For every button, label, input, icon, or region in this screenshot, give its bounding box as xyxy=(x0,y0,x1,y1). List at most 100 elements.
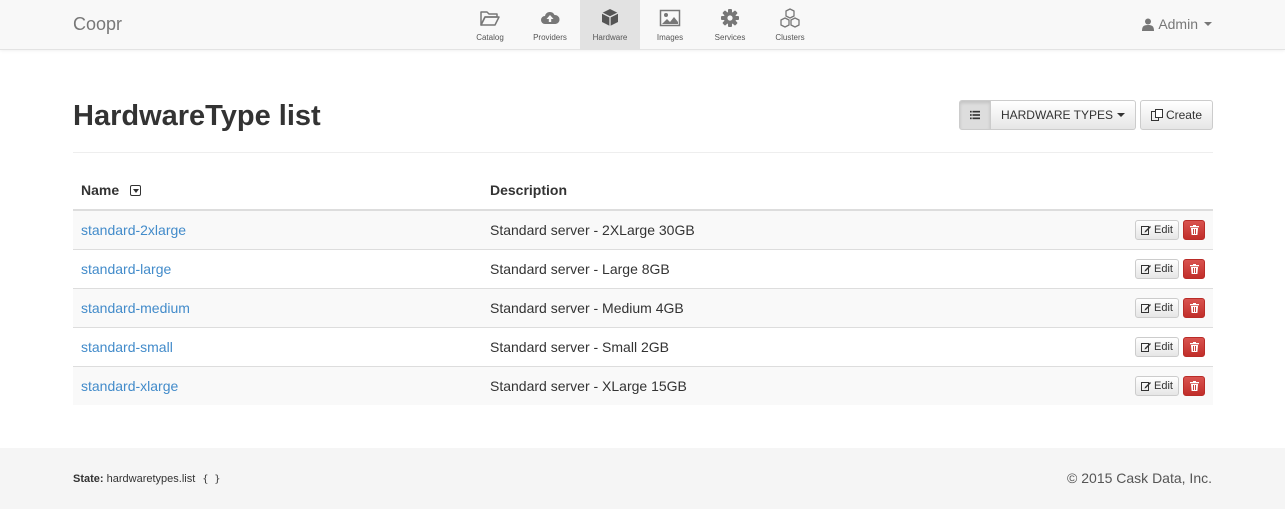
table-row: standard-xlarge Standard server - XLarge… xyxy=(73,365,1213,405)
sort-desc-icon[interactable] xyxy=(130,185,142,196)
nav-label: Services xyxy=(714,33,746,42)
trash-icon xyxy=(1189,341,1199,352)
gear-icon xyxy=(721,9,739,27)
hardware-table: Name Description standard-2xlarge Standa… xyxy=(73,171,1213,405)
folder-open-icon xyxy=(480,11,500,26)
footer: State: hardwaretypes.list { } © 2015 Cas… xyxy=(0,448,1285,509)
edit-icon xyxy=(1141,264,1152,274)
delete-button[interactable] xyxy=(1183,336,1205,357)
cell-name: standard-large xyxy=(73,248,482,288)
copyright: © 2015 Cask Data, Inc. xyxy=(1067,470,1212,486)
create-button[interactable]: Create xyxy=(1139,100,1213,130)
table-row: standard-medium Standard server - Medium… xyxy=(73,287,1213,327)
nav-label: Clusters xyxy=(775,33,805,42)
edit-label: Edit xyxy=(1154,379,1173,392)
state-params: { } xyxy=(202,474,221,485)
state-label: State: xyxy=(73,473,104,485)
cloud-upload-icon xyxy=(541,11,560,24)
cell-description: Standard server - Medium 4GB xyxy=(482,287,1009,327)
user-icon xyxy=(1142,18,1155,31)
delete-button[interactable] xyxy=(1183,297,1205,318)
cube-icon xyxy=(601,9,619,26)
column-header-name[interactable]: Name xyxy=(73,171,482,211)
state-value: hardwaretypes.list xyxy=(106,473,196,485)
nav-item-clusters[interactable]: Clusters xyxy=(760,0,820,50)
cell-name: standard-2xlarge xyxy=(73,209,482,249)
nav-label: Catalog xyxy=(476,33,504,42)
nav-label: Images xyxy=(656,33,684,42)
state-info: State: hardwaretypes.list { } xyxy=(73,473,220,485)
cell-name: standard-medium xyxy=(73,287,482,327)
page-header: HardwareType list HARDWARE TYPES Create xyxy=(73,98,1213,153)
nav-label: Hardware xyxy=(592,33,628,42)
cell-name: standard-xlarge xyxy=(73,365,482,405)
edit-button[interactable]: Edit xyxy=(1135,219,1179,240)
user-menu[interactable]: Admin xyxy=(1142,16,1212,32)
column-header-description: Description xyxy=(482,171,1009,211)
delete-button[interactable] xyxy=(1183,258,1205,279)
cell-name: standard-small xyxy=(73,326,482,366)
list-view-button[interactable] xyxy=(958,100,991,130)
table-row: standard-2xlarge Standard server - 2XLar… xyxy=(73,209,1213,249)
hardware-type-link[interactable]: standard-2xlarge xyxy=(81,222,186,238)
edit-label: Edit xyxy=(1154,223,1173,236)
edit-button[interactable]: Edit xyxy=(1135,336,1179,357)
trash-icon xyxy=(1189,263,1199,274)
cell-actions: Edit xyxy=(1008,365,1213,405)
copy-icon xyxy=(1150,109,1163,121)
navbar: Coopr Catalog Providers Hardware Images … xyxy=(0,0,1285,50)
column-header-actions xyxy=(1008,171,1213,211)
nav-item-catalog[interactable]: Catalog xyxy=(460,0,520,50)
trash-icon xyxy=(1189,380,1199,391)
brand-logo[interactable]: Coopr xyxy=(73,14,122,35)
table-header-row: Name Description xyxy=(73,171,1213,211)
cell-description: Standard server - Small 2GB xyxy=(482,326,1009,366)
cell-actions: Edit xyxy=(1008,209,1213,249)
edit-icon xyxy=(1141,225,1152,235)
cell-description: Standard server - XLarge 15GB xyxy=(482,365,1009,405)
view-switcher: HARDWARE TYPES xyxy=(958,100,1136,130)
nav-item-services[interactable]: Services xyxy=(700,0,760,50)
cell-actions: Edit xyxy=(1008,326,1213,366)
main-nav: Catalog Providers Hardware Images Servic… xyxy=(460,0,820,50)
hardware-type-link[interactable]: standard-medium xyxy=(81,300,190,316)
chevron-down-icon xyxy=(1204,22,1212,26)
user-name: Admin xyxy=(1158,16,1198,32)
nav-item-images[interactable]: Images xyxy=(640,0,700,50)
nav-item-providers[interactable]: Providers xyxy=(520,0,580,50)
picture-icon xyxy=(659,9,681,27)
hardware-type-link[interactable]: standard-small xyxy=(81,339,173,355)
edit-icon xyxy=(1141,381,1152,391)
nav-label: Providers xyxy=(533,33,567,42)
edit-label: Edit xyxy=(1154,301,1173,314)
trash-icon xyxy=(1189,224,1199,235)
hardware-types-dropdown[interactable]: HARDWARE TYPES xyxy=(990,100,1136,130)
edit-icon xyxy=(1141,342,1152,352)
cell-actions: Edit xyxy=(1008,248,1213,288)
edit-icon xyxy=(1141,303,1152,313)
table-row: standard-large Standard server - Large 8… xyxy=(73,248,1213,288)
edit-button[interactable]: Edit xyxy=(1135,375,1179,396)
hardware-type-link[interactable]: standard-large xyxy=(81,261,171,277)
table-row: standard-small Standard server - Small 2… xyxy=(73,326,1213,366)
trash-icon xyxy=(1189,302,1199,313)
create-label: Create xyxy=(1165,108,1202,122)
dropdown-label: HARDWARE TYPES xyxy=(1000,108,1113,122)
cell-description: Standard server - 2XLarge 30GB xyxy=(482,209,1009,249)
edit-label: Edit xyxy=(1154,262,1173,275)
edit-button[interactable]: Edit xyxy=(1135,297,1179,318)
cell-actions: Edit xyxy=(1008,287,1213,327)
nav-item-hardware[interactable]: Hardware xyxy=(580,0,640,50)
cell-description: Standard server - Large 8GB xyxy=(482,248,1009,288)
edit-label: Edit xyxy=(1154,340,1173,353)
cubes-icon xyxy=(780,8,800,28)
chevron-down-icon xyxy=(1116,113,1125,117)
delete-button[interactable] xyxy=(1183,375,1205,396)
edit-button[interactable]: Edit xyxy=(1135,258,1179,279)
table-body: standard-2xlarge Standard server - 2XLar… xyxy=(73,209,1213,405)
list-icon xyxy=(969,110,980,120)
header-toolbar: HARDWARE TYPES Create xyxy=(958,100,1213,130)
delete-button[interactable] xyxy=(1183,219,1205,240)
page-title: HardwareType list xyxy=(73,100,321,132)
hardware-type-link[interactable]: standard-xlarge xyxy=(81,378,178,394)
